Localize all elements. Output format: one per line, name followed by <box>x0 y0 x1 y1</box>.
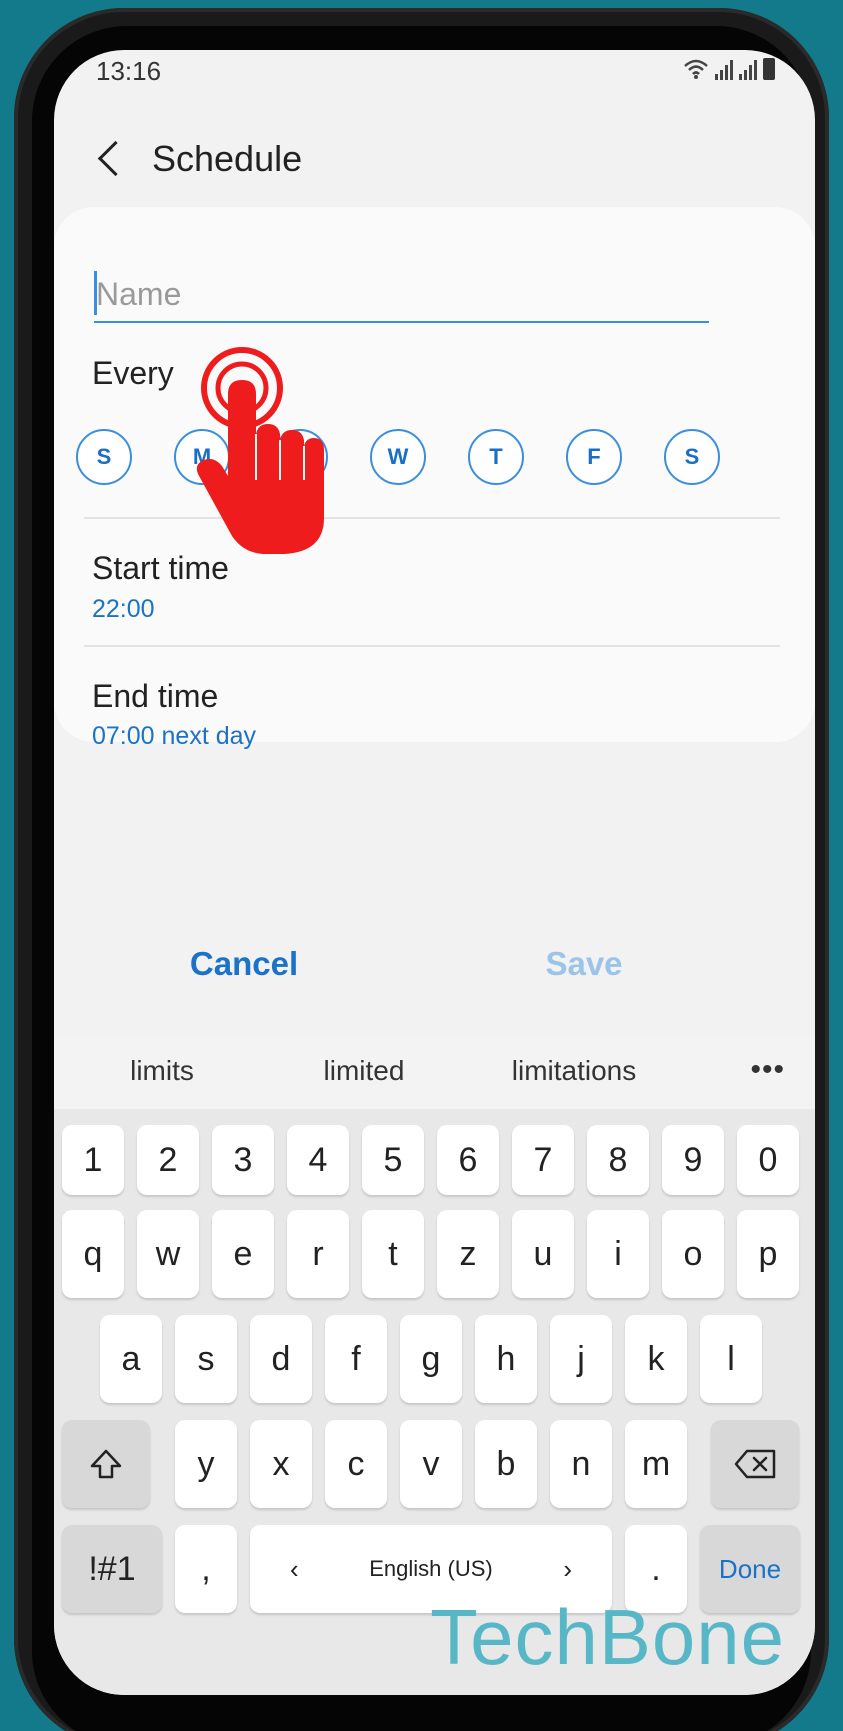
status-bar: 13:16 <box>54 50 815 100</box>
suggestion-item[interactable]: limited <box>284 1055 444 1087</box>
suggestion-bar: limits limited limitations ••• <box>54 1035 815 1109</box>
key[interactable]: i <box>587 1210 649 1298</box>
shift-icon <box>90 1449 122 1479</box>
key[interactable]: f <box>325 1315 387 1403</box>
shift-key[interactable] <box>62 1420 150 1508</box>
key[interactable]: z <box>437 1210 499 1298</box>
back-button[interactable] <box>89 134 129 184</box>
key[interactable]: l <box>700 1315 762 1403</box>
key[interactable]: x <box>250 1420 312 1508</box>
status-icons <box>683 58 775 80</box>
key[interactable]: a <box>100 1315 162 1403</box>
battery-icon <box>763 58 775 80</box>
start-time-value: 22:00 <box>92 595 155 623</box>
key[interactable]: p <box>737 1210 799 1298</box>
key[interactable]: w <box>137 1210 199 1298</box>
wifi-icon <box>684 59 708 79</box>
key[interactable]: h <box>475 1315 537 1403</box>
chevron-left-icon[interactable]: ‹ <box>290 1554 299 1585</box>
key[interactable]: u <box>512 1210 574 1298</box>
key[interactable]: y <box>175 1420 237 1508</box>
backspace-key[interactable] <box>711 1420 799 1508</box>
more-horizontal-icon[interactable]: ••• <box>750 1053 785 1087</box>
key[interactable]: j <box>550 1315 612 1403</box>
key[interactable]: 9 <box>662 1125 724 1195</box>
key[interactable]: r <box>287 1210 349 1298</box>
key[interactable]: 3 <box>212 1125 274 1195</box>
cancel-button[interactable]: Cancel <box>164 945 324 983</box>
phone-screen: 13:16 Schedule Every S M T W T F <box>54 50 815 1695</box>
divider <box>84 517 780 519</box>
key[interactable]: 8 <box>587 1125 649 1195</box>
save-button[interactable]: Save <box>524 945 644 983</box>
page-title: Schedule <box>152 138 303 179</box>
key[interactable]: s <box>175 1315 237 1403</box>
keyboard: limits limited limitations ••• 1 2 3 4 5… <box>54 1035 815 1695</box>
divider <box>84 645 780 647</box>
key[interactable]: k <box>625 1315 687 1403</box>
day-saturday[interactable]: S <box>664 429 720 485</box>
backspace-icon <box>734 1449 776 1479</box>
suggestion-item[interactable]: limits <box>102 1055 222 1087</box>
key[interactable]: m <box>625 1420 687 1508</box>
day-wednesday[interactable]: W <box>370 429 426 485</box>
schedule-card: Every S M T W T F S Start time 22:00 End… <box>54 207 815 750</box>
key[interactable]: n <box>550 1420 612 1508</box>
key[interactable]: e <box>212 1210 274 1298</box>
key[interactable]: 6 <box>437 1125 499 1195</box>
key[interactable]: 1 <box>62 1125 124 1195</box>
day-friday[interactable]: F <box>566 429 622 485</box>
key[interactable]: t <box>362 1210 424 1298</box>
text-cursor <box>94 271 97 315</box>
end-time-label: End time <box>92 678 219 714</box>
comma-key[interactable]: , <box>175 1525 237 1613</box>
key[interactable]: g <box>400 1315 462 1403</box>
app-header: Schedule <box>54 120 815 200</box>
language-label: English (US) <box>369 1556 493 1581</box>
symbols-key[interactable]: !#1 <box>62 1525 162 1613</box>
tap-hand-icon <box>196 347 324 554</box>
key[interactable]: 7 <box>512 1125 574 1195</box>
day-thursday[interactable]: T <box>468 429 524 485</box>
key[interactable]: o <box>662 1210 724 1298</box>
signal-icon <box>715 58 733 80</box>
day-sunday[interactable]: S <box>76 429 132 485</box>
suggestion-item[interactable]: limitations <box>474 1055 674 1087</box>
key[interactable]: q <box>62 1210 124 1298</box>
key[interactable]: 2 <box>137 1125 199 1195</box>
key[interactable]: 4 <box>287 1125 349 1195</box>
repeat-label: Every <box>92 355 174 391</box>
end-time-value: 07:00 next day <box>92 722 257 750</box>
key[interactable]: d <box>250 1315 312 1403</box>
name-input[interactable] <box>94 267 709 323</box>
day-selector: S M T W T F S <box>76 429 796 489</box>
key[interactable]: c <box>325 1420 387 1508</box>
key[interactable]: 5 <box>362 1125 424 1195</box>
key[interactable]: b <box>475 1420 537 1508</box>
watermark-logo: TechBone <box>430 1593 785 1681</box>
signal-icon-2 <box>739 58 757 80</box>
key[interactable]: 0 <box>737 1125 799 1195</box>
chevron-right-icon[interactable]: › <box>563 1554 572 1585</box>
action-bar: Cancel Save <box>54 945 815 1005</box>
status-time: 13:16 <box>96 56 162 86</box>
key[interactable]: v <box>400 1420 462 1508</box>
